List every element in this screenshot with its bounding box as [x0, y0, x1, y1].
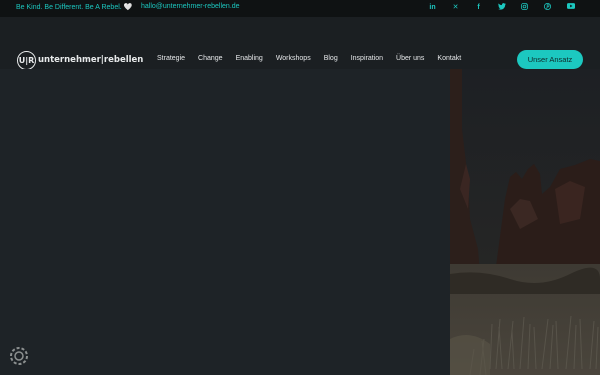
nav-item-blog[interactable]: Blog — [324, 55, 338, 62]
top-bar: Be Kind. Be Different. Be A Rebel. 🤍 hal… — [0, 0, 600, 17]
loading-spinner-icon — [9, 346, 29, 366]
nav-item-workshops[interactable]: Workshops — [276, 55, 311, 62]
instagram-icon[interactable] — [513, 3, 536, 13]
xing-icon[interactable]: ✕ — [444, 3, 467, 13]
youtube-icon[interactable] — [559, 3, 582, 13]
facebook-icon[interactable]: f — [467, 3, 490, 13]
nav-item-inspiration[interactable]: Inspiration — [351, 55, 383, 62]
nav-item-change[interactable]: Change — [198, 55, 223, 62]
hero-desert-image — [450, 69, 600, 375]
logo-mark: U|R — [17, 50, 36, 70]
main-navigation: U|R unternehmer|rebellen Strategie Chang… — [0, 17, 600, 70]
email-link[interactable]: hallo@unternehmer-rebellen.de — [141, 3, 240, 10]
hero-dark-panel — [0, 69, 450, 375]
pinterest-icon[interactable] — [536, 3, 559, 13]
nav-item-ueber-uns[interactable]: Über uns — [396, 55, 424, 62]
linkedin-icon[interactable]: in — [421, 3, 444, 13]
unser-ansatz-button[interactable]: Unser Ansatz — [517, 50, 583, 69]
slogan-text: Be Kind. Be Different. Be A Rebel. 🤍 — [16, 4, 133, 11]
logo-wordmark: unternehmer|rebellen — [38, 55, 144, 65]
nav-item-enabling[interactable]: Enabling — [236, 55, 263, 62]
nav-item-kontakt[interactable]: Kontakt — [437, 55, 461, 62]
social-icons: in ✕ f — [421, 3, 582, 13]
twitter-icon[interactable] — [490, 3, 513, 13]
logo[interactable]: U|R unternehmer|rebellen — [17, 50, 143, 70]
nav-menu: Strategie Change Enabling Workshops Blog… — [157, 55, 474, 62]
nav-item-strategie[interactable]: Strategie — [157, 55, 185, 62]
